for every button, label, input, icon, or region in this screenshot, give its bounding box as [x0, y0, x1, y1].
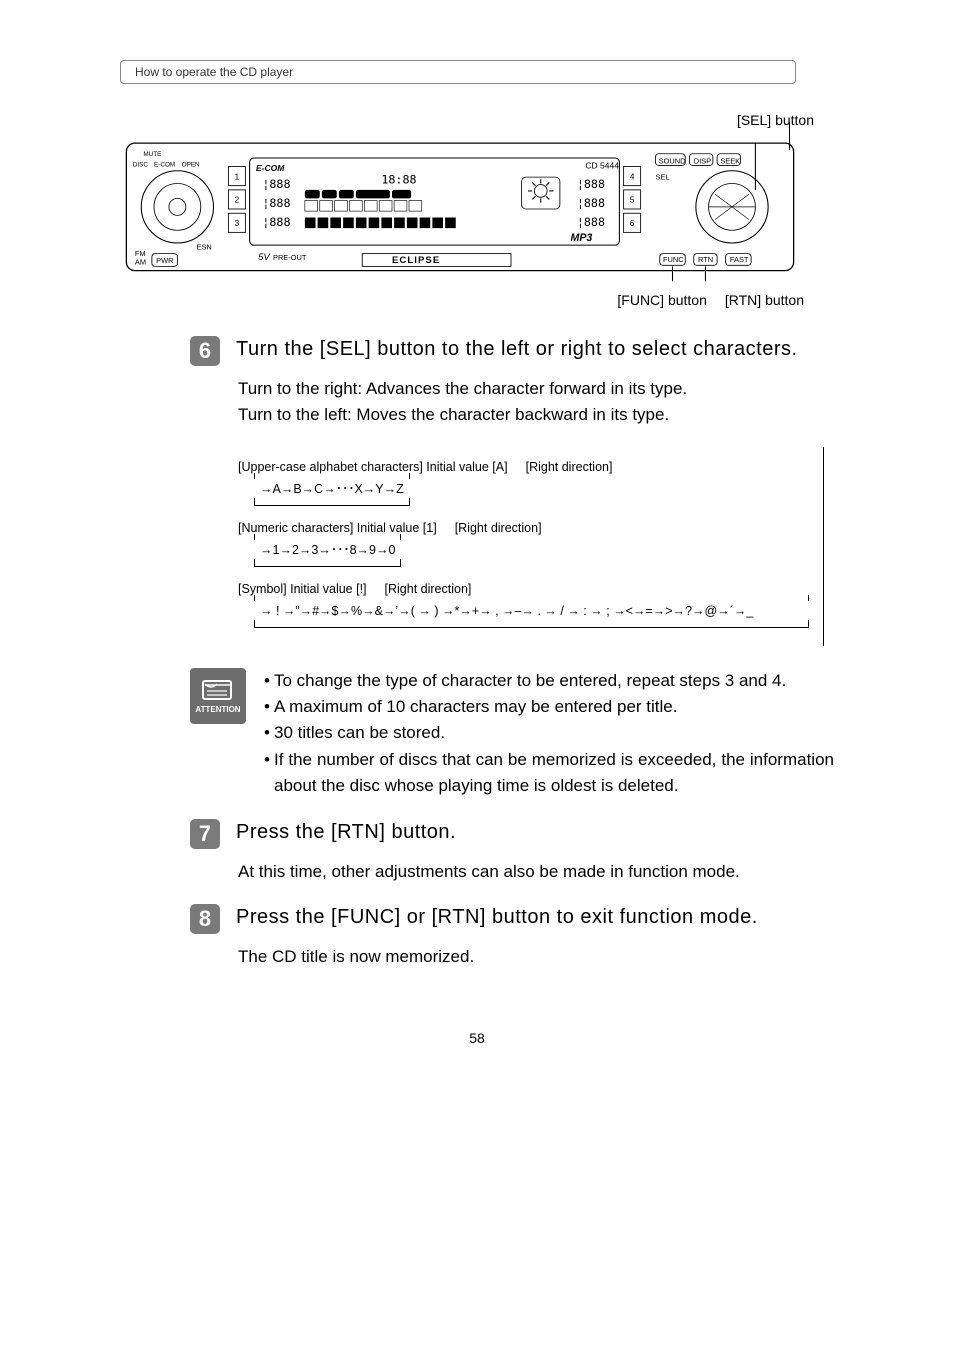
numeric-heading-right: [Right direction]	[455, 518, 542, 538]
svg-text:E-COM: E-COM	[256, 163, 285, 173]
svg-text:¦888: ¦888	[262, 177, 290, 191]
svg-text:RTN: RTN	[698, 255, 713, 264]
svg-text:CD 5444: CD 5444	[585, 161, 619, 171]
upper-heading-right: [Right direction]	[526, 457, 613, 477]
symbol-heading-right: [Right direction]	[385, 579, 472, 599]
svg-text:SOUND: SOUND	[659, 156, 686, 165]
svg-text:¦888: ¦888	[262, 196, 290, 210]
step-7-body: At this time, other adjustments can also…	[238, 859, 834, 885]
attention-item-4: If the number of discs that can be memor…	[274, 747, 834, 800]
svg-text:1: 1	[235, 171, 240, 181]
page-number: 58	[120, 1030, 834, 1046]
step-number-6: 6	[190, 336, 220, 366]
svg-text:18:88: 18:88	[381, 173, 416, 187]
attention-label: ATTENTION	[195, 705, 240, 714]
attention-list: •To change the type of character to be e…	[264, 668, 834, 800]
upper-sequence: →A→B→C→･･･X→Y→Z	[254, 482, 410, 496]
svg-text:PWR: PWR	[156, 256, 174, 265]
svg-text:ESN: ESN	[197, 242, 212, 251]
func-button-callout-label: [FUNC] button	[617, 292, 706, 308]
symbol-sequence: → ! →”→#→$→%→&→’→( → ) →*→+→ , →–→ . → /…	[254, 604, 759, 618]
step-number-8: 8	[190, 904, 220, 934]
rtn-button-callout-label: [RTN] button	[725, 292, 804, 308]
svg-text:5V: 5V	[258, 252, 271, 263]
breadcrumb: How to operate the CD player	[120, 60, 796, 84]
svg-text:SEL: SEL	[656, 172, 670, 181]
symbol-heading-left: [Symbol] Initial value [!]	[238, 579, 367, 599]
car-stereo-svg: MUTE DISC E-COM OPEN FM AM PWR ESN 1 2 3…	[120, 134, 800, 284]
svg-text:¦888: ¦888	[577, 177, 605, 191]
svg-text:MP3: MP3	[571, 232, 593, 244]
svg-text:FAST: FAST	[730, 255, 749, 264]
numeric-heading-left: [Numeric characters] Initial value [1]	[238, 518, 437, 538]
svg-text:¦888: ¦888	[577, 196, 605, 210]
character-cycle-diagram: [Upper-case alphabet characters] Initial…	[238, 447, 824, 646]
svg-text:¦888: ¦888	[577, 215, 605, 229]
device-illustration: MUTE DISC E-COM OPEN FM AM PWR ESN 1 2 3…	[120, 134, 834, 284]
callout-line-top	[789, 122, 790, 150]
svg-text:¦888: ¦888	[262, 215, 290, 229]
svg-text:5: 5	[630, 195, 635, 205]
svg-text:AM: AM	[135, 257, 146, 266]
svg-text:4: 4	[630, 171, 635, 181]
upper-heading-left: [Upper-case alphabet characters] Initial…	[238, 457, 508, 477]
step-number-7: 7	[190, 819, 220, 849]
step-8-title: Press the [FUNC] or [RTN] button to exit…	[236, 904, 758, 931]
step-6-body-line1: Turn to the right: Advances the characte…	[238, 376, 834, 402]
step-6-title: Turn the [SEL] button to the left or rig…	[236, 336, 798, 363]
attention-item-1: To change the type of character to be en…	[274, 668, 786, 694]
sel-button-callout-label: [SEL] button	[120, 112, 834, 128]
svg-text:2: 2	[235, 195, 240, 205]
svg-text:DISC: DISC	[133, 162, 149, 169]
attention-icon: ATTENTION	[190, 668, 246, 724]
svg-text:DISP: DISP	[694, 156, 711, 165]
svg-text:SEEK: SEEK	[720, 156, 740, 165]
step-6-body-line2: Turn to the left: Moves the character ba…	[238, 402, 834, 428]
numeric-sequence: →1→2→3→･･･8→9→0	[254, 543, 401, 557]
svg-text:FUNC: FUNC	[663, 255, 684, 264]
svg-text:ECLIPSE: ECLIPSE	[392, 255, 440, 266]
attention-item-2: A maximum of 10 characters may be entere…	[274, 694, 677, 720]
svg-text:6: 6	[630, 218, 635, 228]
svg-text:3: 3	[235, 218, 240, 228]
svg-text:OPEN: OPEN	[182, 162, 200, 169]
step-7-title: Press the [RTN] button.	[236, 819, 456, 846]
svg-text:E-COM: E-COM	[154, 162, 175, 169]
step-8-body: The CD title is now memorized.	[238, 944, 834, 970]
attention-item-3: 30 titles can be stored.	[274, 720, 445, 746]
svg-text:MUTE: MUTE	[143, 151, 161, 158]
svg-text:PRE-OUT: PRE-OUT	[273, 253, 307, 262]
